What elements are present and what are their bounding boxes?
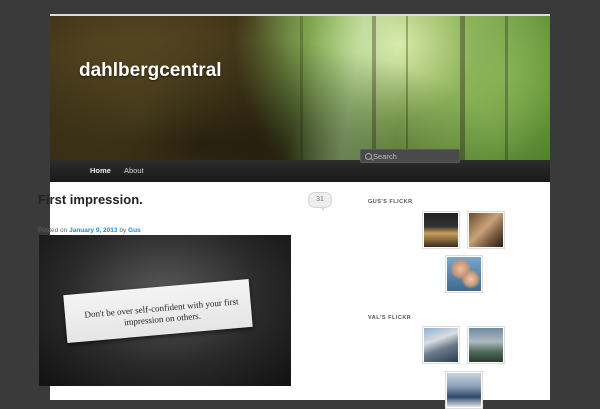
header-tree (300, 16, 303, 160)
search-input[interactable] (373, 151, 457, 161)
post-meta: Posted on January 9, 2013 by Gus (38, 227, 141, 234)
flickr-thumb[interactable] (467, 326, 505, 364)
meta-prefix: Posted on (38, 227, 68, 234)
header-tree (460, 16, 465, 160)
nav-item-home[interactable]: Home (82, 160, 119, 182)
widget-title-val-flickr: Val's Flickr (368, 315, 412, 321)
comment-count-badge[interactable]: 31 (308, 192, 332, 211)
flickr-thumb[interactable] (467, 211, 505, 249)
widget-title-gus-flickr: Gus's Flickr (368, 199, 413, 205)
flickr-thumb[interactable] (422, 326, 460, 364)
header-tree (505, 16, 508, 160)
flickr-thumb[interactable] (445, 255, 483, 293)
post-image[interactable]: Don't be over self-confident with your f… (39, 235, 291, 386)
meta-by: by (119, 227, 127, 234)
header-tree (372, 16, 376, 160)
post-author-link[interactable]: Gus (128, 227, 141, 234)
flickr-thumb[interactable] (422, 211, 460, 249)
header-tree (406, 16, 408, 160)
header-image[interactable]: dahlbergcentral (50, 16, 550, 160)
search-icon (365, 153, 372, 160)
main-nav: Home About (50, 160, 550, 182)
search-box[interactable] (360, 149, 460, 163)
nav-item-about[interactable]: About (116, 160, 152, 182)
flickr-thumb[interactable] (445, 371, 483, 409)
post-title[interactable]: First impression. (38, 192, 143, 207)
post-date-link[interactable]: January 9, 2013 (69, 227, 117, 234)
site-title[interactable]: dahlbergcentral (79, 60, 222, 82)
